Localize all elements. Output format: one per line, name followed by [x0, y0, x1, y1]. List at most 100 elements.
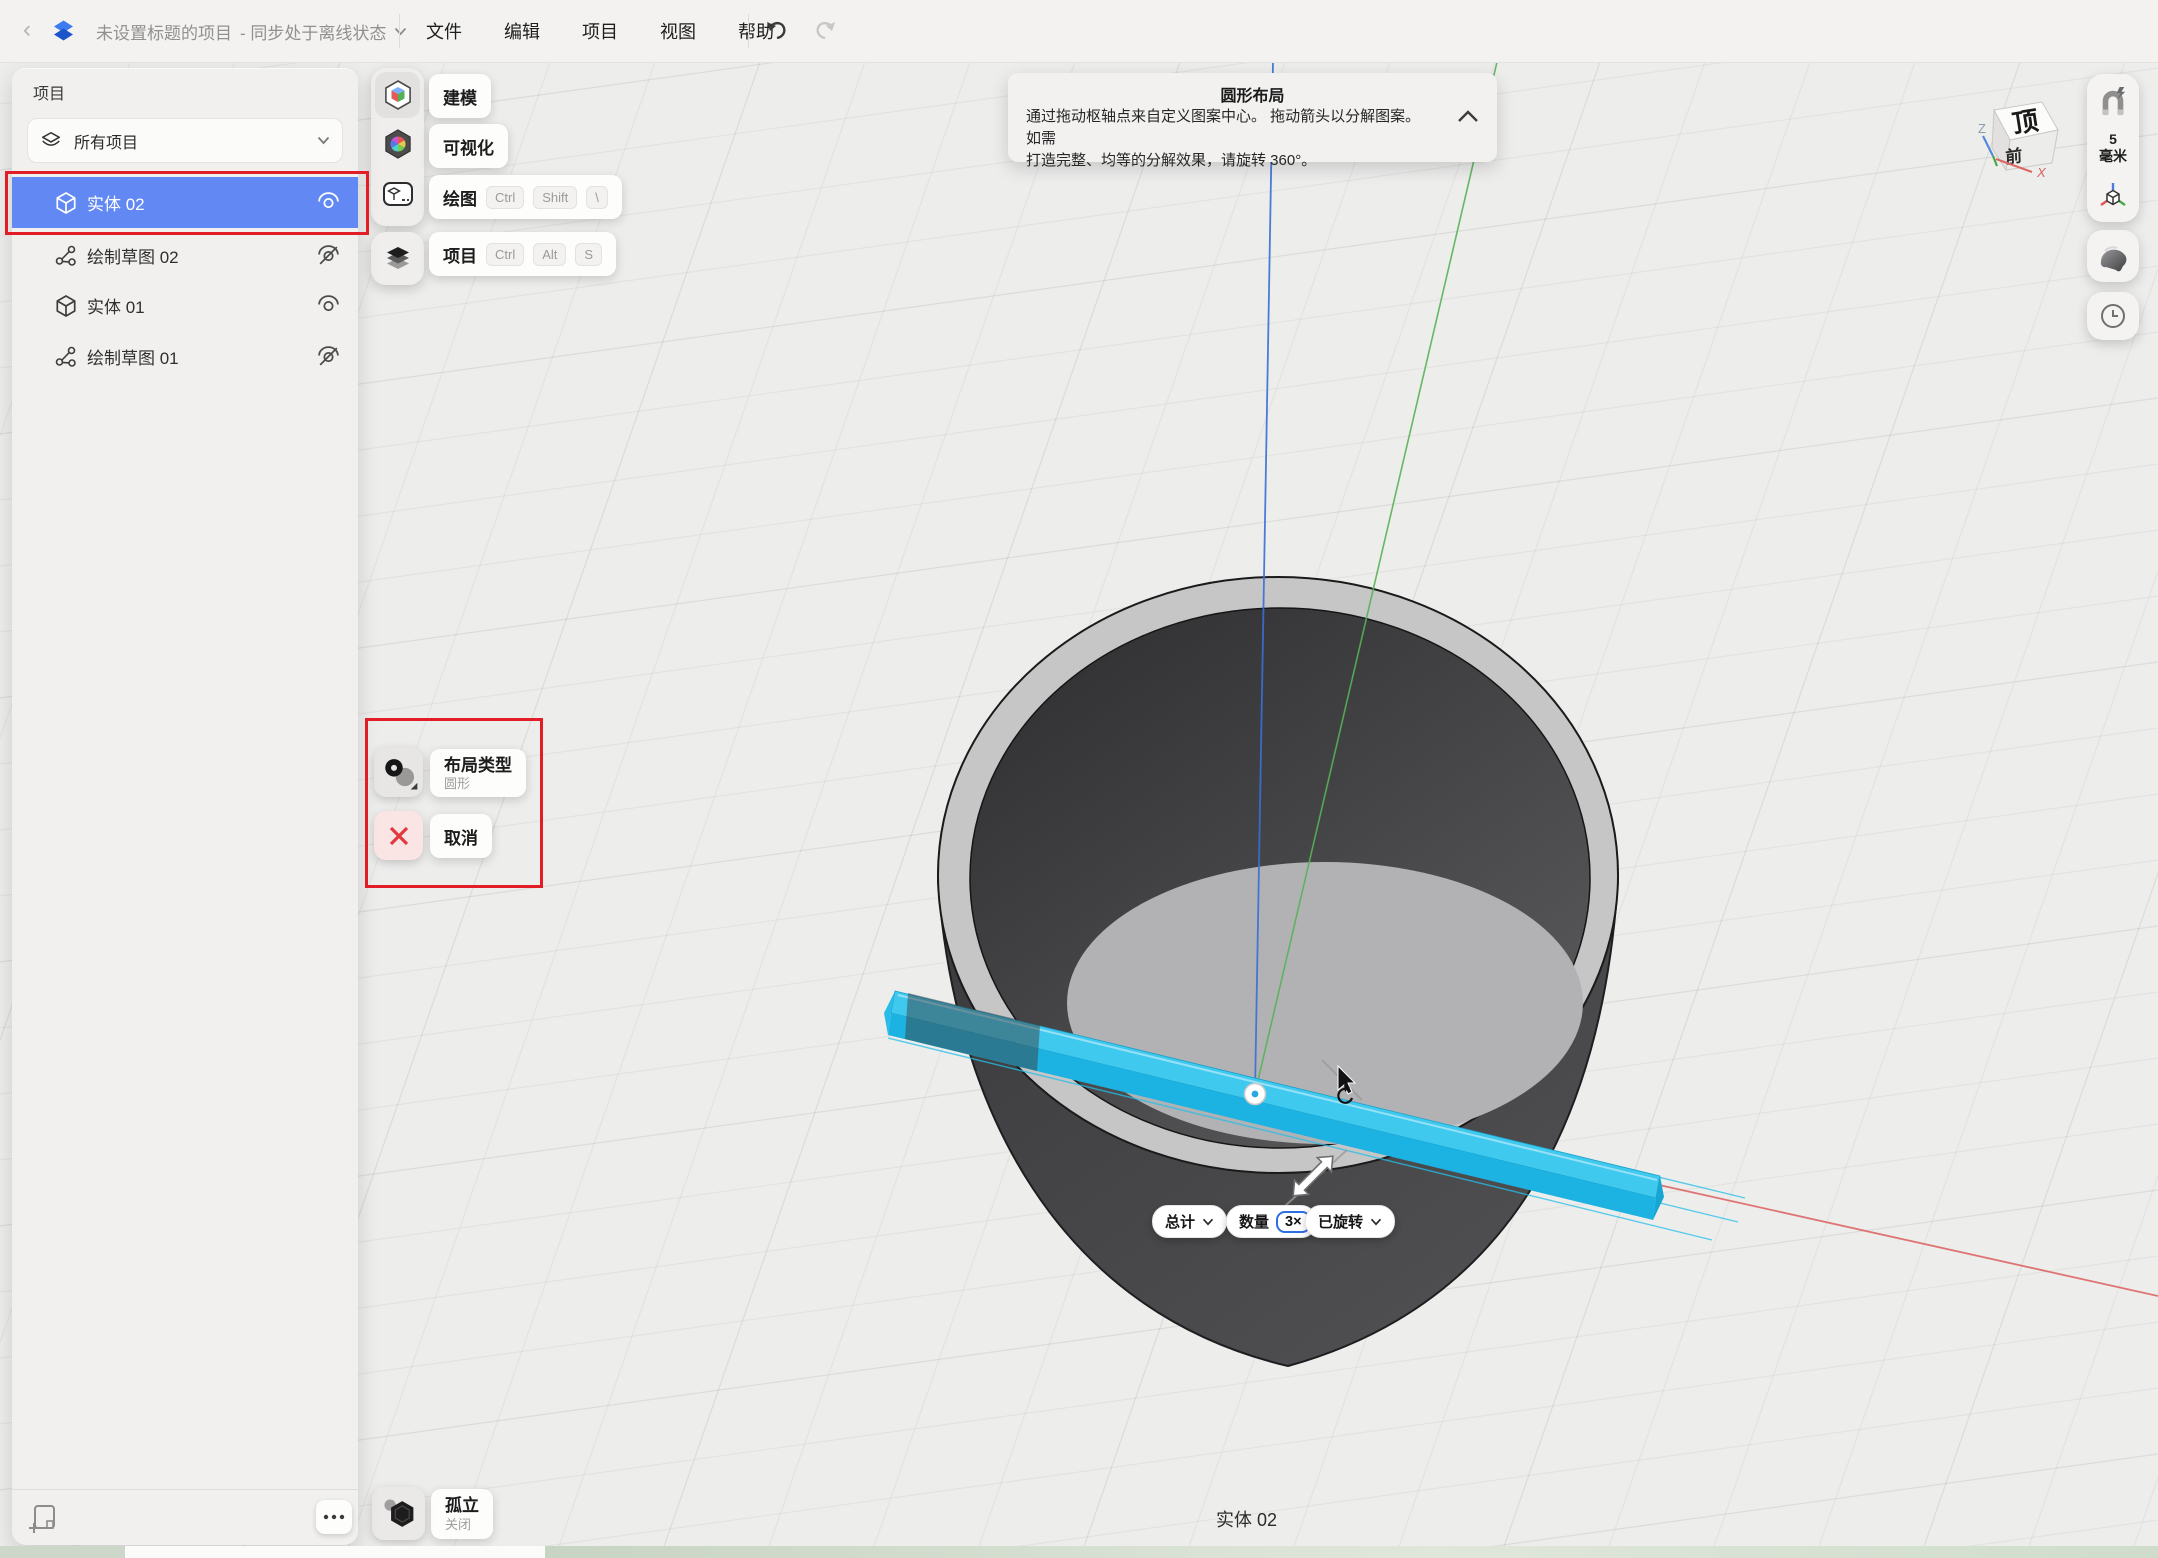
axis-triad-icon [2098, 180, 2128, 210]
mode-drawing-button[interactable] [375, 171, 420, 217]
sidebar-item-label: 绘制草图 01 [87, 344, 314, 369]
titlebar-divider-2 [748, 14, 749, 48]
axis-x-label: X [2036, 165, 2047, 180]
isolate-label: 孤立 关闭 [431, 1489, 493, 1539]
pattern-total-dropdown[interactable]: 总计 [1152, 1205, 1227, 1238]
sidebar-item-sketch-02[interactable]: 绘制草图 02 [12, 230, 358, 281]
menu-file[interactable]: 文件 [405, 18, 483, 44]
project-filter-select[interactable]: 所有项目 [27, 118, 343, 163]
body-cube-icon [53, 191, 79, 215]
sidebar-item-label: 实体 01 [87, 293, 314, 318]
sidebar-item-label: 绘制草图 02 [87, 243, 314, 268]
mode-rail [371, 68, 424, 226]
chevron-down-icon [1370, 1218, 1382, 1226]
layout-type-label: 布局类型 圆形 [430, 749, 526, 797]
kbd-s: S [575, 243, 602, 266]
body-cube-icon [53, 294, 79, 318]
pattern-pivot-handle[interactable] [1245, 1084, 1266, 1105]
document-title-text: 未设置标题的项目 [96, 19, 232, 44]
solid-body[interactable] [938, 577, 1618, 1366]
kbd-ctrl: Ctrl [486, 243, 524, 266]
axis-orientation-button[interactable] [2087, 172, 2139, 218]
titlebar: ‹ 未设置标题的项目 - 同步处于离线状态 文件 编辑 项目 视图 帮助 [0, 0, 2158, 63]
sketch-icon [53, 244, 79, 268]
view-settings-rail: 5 毫米 [2087, 74, 2139, 222]
cancel-x-icon [388, 825, 410, 847]
layout-type-value: 圆形 [444, 776, 470, 791]
sketch-icon [53, 345, 79, 369]
cancel-label: 取消 [430, 814, 492, 858]
project-rail [371, 232, 424, 285]
grid-size-value: 5 [2099, 131, 2127, 148]
project-layers-button[interactable] [375, 235, 420, 281]
sync-status-text: - 同步处于离线状态 [240, 19, 386, 44]
tooltip-body: 通过拖动枢轴点来自定义图案中心。 拖动箭头以分解图案。 如需 打造完整、均等的分… [1026, 106, 1437, 172]
chevron-down-icon [317, 136, 330, 145]
titlebar-divider [399, 14, 400, 48]
menu-bar: 文件 编辑 项目 视图 帮助 [405, 0, 795, 62]
collapse-chevron-icon[interactable] [1457, 109, 1479, 123]
modeling-hexcube-icon [382, 79, 414, 111]
visibility-eye-off-icon[interactable] [314, 345, 342, 368]
sidebar-footer-divider [12, 1489, 358, 1490]
kbd-alt: Alt [533, 243, 566, 266]
sidebar-header: 项目 [33, 80, 65, 104]
isolate-icon [378, 1493, 420, 1535]
sidebar-item-body-01[interactable]: 实体 01 [12, 280, 358, 331]
menu-edit[interactable]: 编辑 [483, 18, 561, 44]
grid-size-unit: 毫米 [2099, 148, 2127, 165]
chevron-down-icon [1202, 1218, 1214, 1226]
kbd-backslash: \ [586, 186, 608, 209]
axis-y-tick [1993, 156, 1997, 166]
menu-project[interactable]: 项目 [561, 18, 639, 44]
menu-view[interactable]: 视图 [639, 18, 717, 44]
pattern-quantity-control[interactable]: 数量 3× [1226, 1205, 1317, 1238]
modeling-label: 建模 [429, 74, 491, 118]
redo-icon[interactable] [812, 18, 838, 44]
isolate-state: 关闭 [445, 1517, 471, 1532]
snap-toggle-button[interactable] [2087, 80, 2139, 124]
more-options-button[interactable] [316, 1500, 352, 1534]
circular-pattern-tooltip: 圆形布局 通过拖动枢轴点来自定义图案中心。 拖动箭头以分解图案。 如需 打造完整… [1008, 73, 1497, 162]
drawing-icon [381, 179, 415, 209]
app-logo-icon [50, 17, 77, 44]
history-button[interactable] [2087, 292, 2139, 340]
mode-modeling-button[interactable] [375, 72, 420, 118]
app-window: ‹ 未设置标题的项目 - 同步处于离线状态 文件 编辑 项目 视图 帮助 [0, 0, 2158, 1558]
sidebar-item-body-02[interactable]: 实体 02 [12, 177, 358, 228]
visualization-colorwheel-icon [382, 128, 414, 160]
visibility-eye-icon[interactable] [314, 191, 342, 214]
selection-name-label: 实体 02 [1216, 1506, 1277, 1532]
layout-type-button[interactable] [374, 747, 423, 797]
project-filter-value: 所有项目 [74, 129, 305, 153]
drawing-label: 绘图 Ctrl Shift \ [429, 175, 622, 219]
ellipsis-icon [322, 1513, 346, 1521]
grid-size-button[interactable]: 5 毫米 [2087, 126, 2139, 170]
undo-icon[interactable] [764, 18, 790, 44]
kbd-ctrl: Ctrl [486, 186, 524, 209]
pattern-rotated-dropdown[interactable]: 已旋转 [1305, 1205, 1395, 1238]
sidebar-item-label: 实体 02 [87, 190, 314, 215]
visualization-label: 可视化 [429, 124, 508, 168]
document-title[interactable]: 未设置标题的项目 - 同步处于离线状态 [96, 0, 407, 62]
material-sphere-icon [2096, 240, 2130, 272]
view-cube[interactable]: 顶 前 Z X [1962, 92, 2074, 187]
axis-z-tick [1983, 136, 1993, 156]
sidebar-item-sketch-01[interactable]: 绘制草图 01 [12, 331, 358, 382]
cancel-button[interactable] [374, 811, 423, 860]
layers-icon [40, 130, 62, 152]
visibility-eye-icon[interactable] [314, 294, 342, 317]
layout-type-icon [379, 751, 419, 793]
visibility-eye-off-icon[interactable] [314, 244, 342, 267]
clock-icon [2098, 301, 2128, 331]
isolate-button[interactable] [372, 1487, 425, 1540]
project-sidebar: 项目 所有项目 实体 02 [12, 68, 358, 1545]
back-button[interactable]: ‹ [14, 14, 40, 46]
project-layers-icon [382, 243, 414, 273]
tooltip-title: 圆形布局 [1008, 82, 1497, 106]
kbd-shift: Shift [533, 186, 577, 209]
shading-mode-button[interactable] [2087, 230, 2139, 282]
mode-visualization-button[interactable] [375, 121, 420, 167]
project-label: 项目 Ctrl Alt S [429, 232, 616, 276]
add-item-button[interactable] [22, 1498, 64, 1538]
